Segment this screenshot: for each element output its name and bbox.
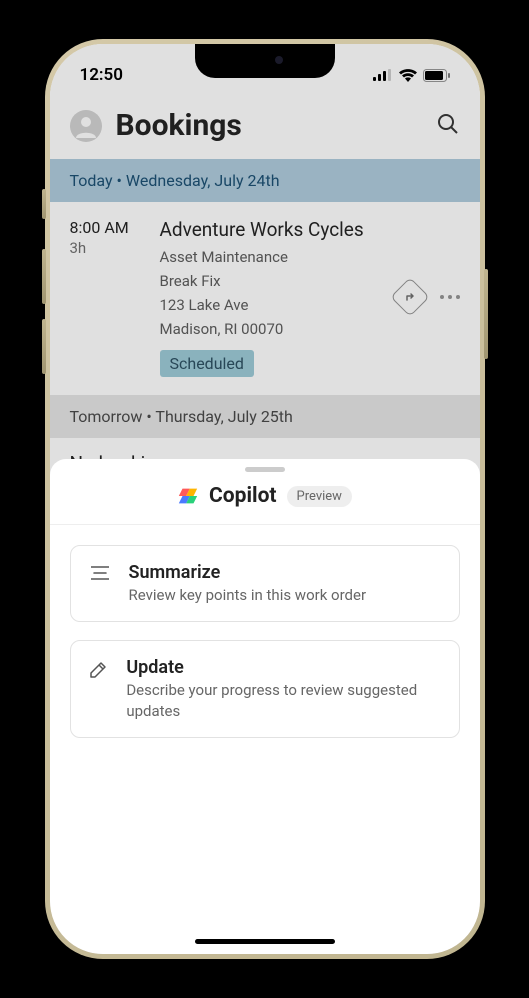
battery-icon bbox=[423, 69, 450, 82]
update-desc: Describe your progress to review suggest… bbox=[126, 680, 440, 721]
phone-frame: 12:50 Bookings Today • Wednesday, July 2… bbox=[45, 39, 485, 959]
sheet-grabber[interactable] bbox=[245, 467, 285, 472]
screen: 12:50 Bookings Today • Wednesday, July 2… bbox=[50, 44, 480, 954]
update-card[interactable]: Update Describe your progress to review … bbox=[70, 640, 460, 738]
search-button[interactable] bbox=[436, 112, 460, 140]
booking-title: Adventure Works Cycles bbox=[160, 218, 396, 243]
page-title: Bookings bbox=[116, 108, 422, 143]
home-indicator[interactable] bbox=[195, 939, 335, 944]
search-icon bbox=[436, 112, 460, 136]
summarize-title: Summarize bbox=[129, 562, 367, 583]
booking-address-line2: Madison, RI 00070 bbox=[160, 319, 396, 339]
copilot-bottom-sheet: Copilot Preview Summarize Review key poi… bbox=[50, 459, 480, 954]
wifi-icon bbox=[399, 69, 417, 82]
update-title: Update bbox=[126, 657, 440, 678]
cellular-signal-icon bbox=[373, 69, 393, 81]
directions-button[interactable] bbox=[390, 278, 430, 318]
mute-switch bbox=[42, 189, 46, 219]
copilot-logo-icon bbox=[177, 485, 199, 507]
volume-down-button bbox=[42, 319, 46, 374]
pencil-icon bbox=[89, 661, 107, 679]
sheet-header: Copilot Preview bbox=[50, 484, 480, 525]
app-header: Bookings bbox=[50, 96, 480, 159]
today-section-header: Today • Wednesday, July 24th bbox=[50, 159, 480, 202]
user-avatar[interactable] bbox=[70, 110, 102, 142]
booking-subtype: Break Fix bbox=[160, 271, 396, 291]
power-button bbox=[484, 269, 488, 359]
volume-up-button bbox=[42, 249, 46, 304]
person-icon bbox=[72, 112, 100, 140]
booking-duration: 3h bbox=[70, 239, 160, 257]
booking-address-line1: 123 Lake Ave bbox=[160, 295, 396, 315]
status-time: 12:50 bbox=[80, 65, 123, 85]
notch bbox=[195, 44, 335, 78]
more-options-button[interactable] bbox=[440, 295, 460, 299]
status-badge: Scheduled bbox=[160, 350, 254, 377]
directions-icon bbox=[403, 290, 417, 304]
booking-item[interactable]: 8:00 AM 3h Adventure Works Cycles Asset … bbox=[50, 202, 480, 395]
summarize-desc: Review key points in this work order bbox=[129, 585, 367, 605]
tomorrow-section-header: Tomorrow • Thursday, July 25th bbox=[50, 395, 480, 438]
booking-time: 8:00 AM bbox=[70, 218, 160, 237]
summarize-icon bbox=[91, 566, 109, 580]
booking-category: Asset Maintenance bbox=[160, 247, 396, 267]
summarize-card[interactable]: Summarize Review key points in this work… bbox=[70, 545, 460, 622]
preview-badge: Preview bbox=[287, 486, 352, 507]
sheet-title: Copilot bbox=[209, 484, 276, 508]
